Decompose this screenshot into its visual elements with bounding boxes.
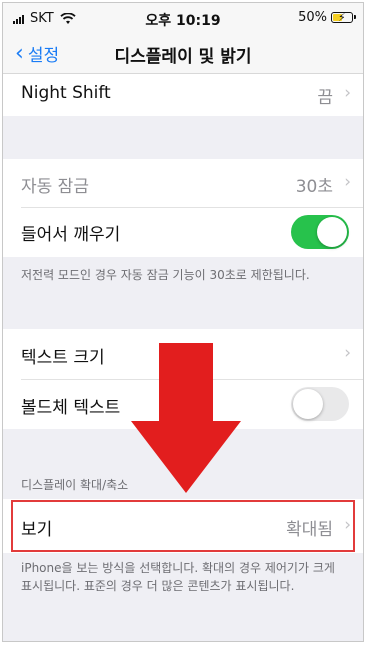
auto-lock-label: 자동 잠금 xyxy=(21,177,89,197)
chevron-right-icon: › xyxy=(344,172,351,192)
raise-to-wake-toggle[interactable] xyxy=(291,215,349,249)
view-value: 확대됨 xyxy=(286,520,333,540)
arrow-down-icon xyxy=(131,343,241,493)
page-title: 디스플레이 및 밝기 xyxy=(114,47,252,67)
low-power-note: 저전력 모드인 경우 자동 잠금 기능이 30초로 제한됩니다. xyxy=(21,268,310,282)
screen: SKT 오후 10:19 50% ⚡ ‹ 설정 디스플레이 및 밝기 Night… xyxy=(2,2,364,642)
auto-lock-value: 30초 xyxy=(295,177,333,197)
battery-percent: 50% xyxy=(298,10,327,25)
bold-text-toggle[interactable] xyxy=(291,387,349,421)
text-size-label: 텍스트 크기 xyxy=(21,348,105,368)
view-label: 보기 xyxy=(21,520,53,540)
chevron-right-icon: › xyxy=(344,83,351,103)
night-shift-label: Night Shift xyxy=(21,83,111,103)
chevron-right-icon: › xyxy=(344,343,351,363)
bold-text-label: 볼드체 텍스트 xyxy=(21,398,121,418)
row-divider xyxy=(21,207,363,208)
status-right: 50% ⚡ xyxy=(298,10,356,25)
auto-lock-row[interactable]: 자동 잠금 30초 › xyxy=(3,159,363,207)
raise-to-wake-label: 들어서 깨우기 xyxy=(21,225,121,245)
status-bar: SKT 오후 10:19 50% ⚡ xyxy=(3,3,363,35)
view-row[interactable]: 보기 확대됨 › xyxy=(3,499,363,553)
night-shift-value: 끔 xyxy=(317,88,333,108)
chevron-right-icon: › xyxy=(344,515,351,535)
raise-to-wake-row: 들어서 깨우기 xyxy=(3,207,363,257)
night-shift-row[interactable]: Night Shift 끔 › xyxy=(3,74,363,116)
view-note: iPhone을 보는 방식을 선택합니다. 확대의 경우 제어기가 크게 표시됩… xyxy=(21,561,335,593)
navigation-bar: ‹ 설정 디스플레이 및 밝기 xyxy=(3,35,363,74)
zoom-section-header: 디스플레이 확대/축소 xyxy=(21,478,129,492)
battery-icon: ⚡ xyxy=(331,11,356,24)
